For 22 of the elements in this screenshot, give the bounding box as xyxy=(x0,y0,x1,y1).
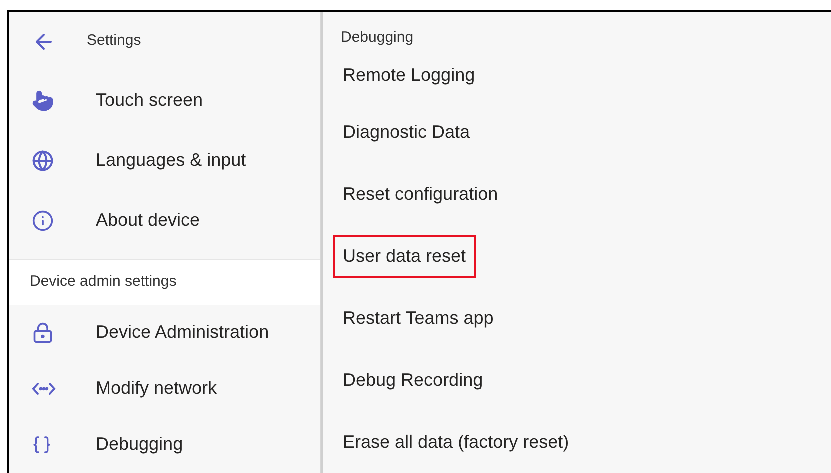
settings-item[interactable]: Debugging xyxy=(9,416,320,473)
globe-icon xyxy=(32,150,54,172)
section-header: Device admin settings xyxy=(9,258,320,305)
debug-option[interactable]: Diagnostic Data xyxy=(333,110,480,154)
debug-option[interactable]: Reset configuration xyxy=(333,172,508,216)
debug-option[interactable]: Debug Recording xyxy=(333,358,494,402)
settings-item[interactable]: Device Administration xyxy=(9,304,320,361)
panel-title: Debugging xyxy=(341,28,414,48)
debug-option[interactable]: User data reset xyxy=(333,234,476,278)
settings-item[interactable]: About device xyxy=(9,190,320,251)
braces-icon xyxy=(32,434,52,455)
code-brackets-icon xyxy=(32,382,56,396)
settings-item[interactable]: Languages & input xyxy=(9,130,320,191)
touch-hand-icon xyxy=(32,90,54,112)
info-icon xyxy=(32,210,54,232)
debug-option[interactable]: Erase all data (factory reset) xyxy=(333,420,580,464)
debug-option[interactable]: Remote Logging xyxy=(333,54,486,97)
settings-item[interactable]: Modify network xyxy=(9,360,320,417)
lock-icon xyxy=(32,322,54,344)
settings-item[interactable]: Touch screen xyxy=(9,71,320,131)
debug-option[interactable]: Restart Teams app xyxy=(333,296,504,340)
page-title: Settings xyxy=(87,31,142,52)
